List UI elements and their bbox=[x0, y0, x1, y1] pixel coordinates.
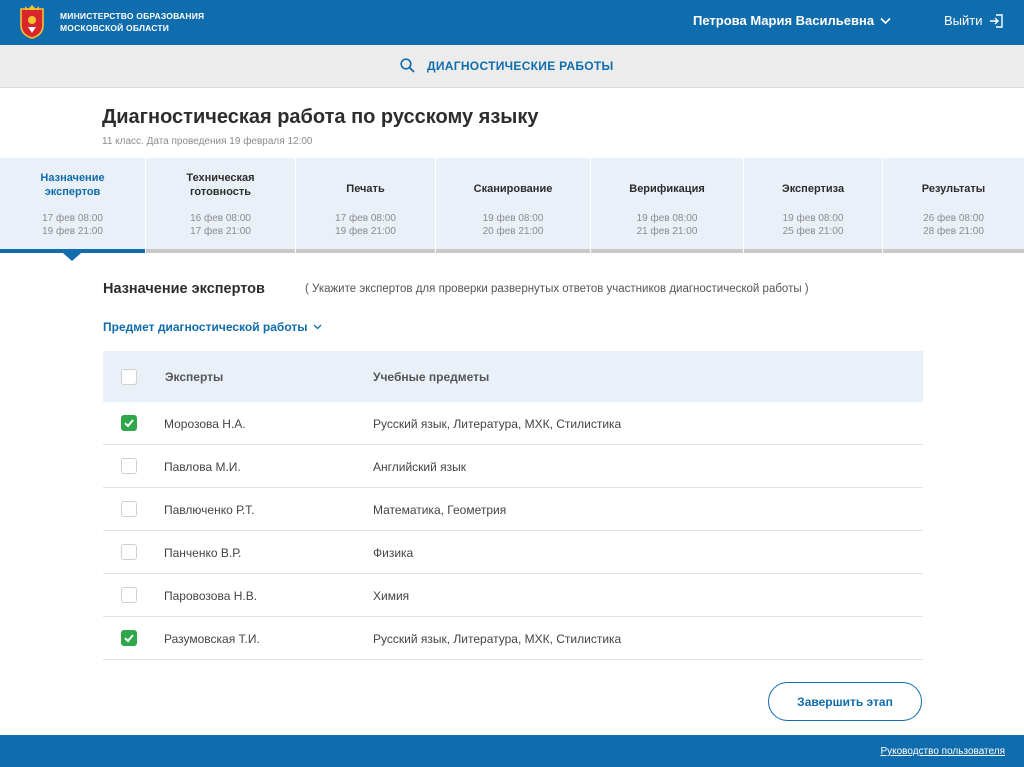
checkmark-icon bbox=[124, 419, 134, 428]
stage-end-date: 25 фев 21:00 bbox=[782, 226, 844, 237]
stage-progress-bar bbox=[883, 249, 1024, 253]
stage-start-date: 19 фев 08:00 bbox=[782, 213, 844, 224]
stage-name-line1: Назначение bbox=[40, 172, 105, 184]
stage-expert-assignment[interactable]: Назначение экспертов 17 фев 08:00 19 фев… bbox=[0, 158, 146, 253]
table-header: Эксперты Учебные предметы bbox=[103, 351, 923, 402]
stage-start-date: 19 фев 08:00 bbox=[636, 213, 698, 224]
stage-name-line2: экспертов bbox=[44, 186, 101, 198]
row-checkbox[interactable] bbox=[121, 501, 137, 517]
table-row: Павлова М.И. Английский язык bbox=[103, 445, 923, 488]
search-icon bbox=[400, 58, 415, 73]
stage-verification[interactable]: Верификация 19 фев 08:00 21 фев 21:00 bbox=[591, 158, 744, 253]
active-stage-pointer bbox=[63, 253, 81, 261]
section-title: Назначение экспертов bbox=[103, 281, 265, 297]
stage-start-date: 17 фев 08:00 bbox=[42, 213, 103, 224]
logout-icon bbox=[989, 13, 1003, 28]
footer: Руководство пользователя bbox=[0, 735, 1024, 767]
finish-stage-button[interactable]: Завершить этап bbox=[768, 682, 922, 721]
table-row: Павлюченко Р.Т. Математика, Геометрия bbox=[103, 488, 923, 531]
stage-progress-bar bbox=[146, 249, 295, 253]
table-row: Разумовская Т.И. Русский язык, Литератур… bbox=[103, 617, 923, 660]
stage-start-date: 17 фев 08:00 bbox=[335, 213, 396, 224]
expert-name: Разумовская Т.И. bbox=[164, 632, 260, 646]
stage-end-date: 20 фев 21:00 bbox=[482, 226, 544, 237]
stage-end-date: 19 фев 21:00 bbox=[42, 226, 103, 237]
table-row: Панченко В.Р. Физика bbox=[103, 531, 923, 574]
stage-name-line1: Техническая bbox=[186, 172, 255, 184]
user-manual-link[interactable]: Руководство пользователя bbox=[880, 746, 1005, 757]
stage-printing[interactable]: Печать 17 фев 08:00 19 фев 21:00 bbox=[296, 158, 436, 253]
page-title: Диагностическая работа по русскому языку bbox=[102, 106, 539, 128]
stage-name: Результаты bbox=[921, 183, 986, 195]
expert-name: Павлова М.И. bbox=[164, 460, 241, 474]
expert-subjects: Русский язык, Литература, МХК, Стилистик… bbox=[373, 417, 622, 431]
stage-end-date: 19 фев 21:00 bbox=[335, 226, 396, 237]
logout-button[interactable]: Выйти bbox=[944, 13, 1003, 28]
stage-results[interactable]: Результаты 26 фев 08:00 28 фев 21:00 bbox=[883, 158, 1024, 253]
stage-start-date: 16 фев 08:00 bbox=[190, 213, 251, 224]
expert-subjects: Физика bbox=[373, 546, 414, 560]
expert-name: Павлюченко Р.Т. bbox=[164, 503, 255, 517]
stage-progress-bar bbox=[591, 249, 743, 253]
stage-name: Экспертиза bbox=[781, 183, 845, 195]
expert-name: Паровозова Н.В. bbox=[164, 589, 258, 603]
subject-dropdown[interactable]: Предмет диагностической работы bbox=[103, 320, 322, 334]
expert-subjects: Математика, Геометрия bbox=[373, 503, 507, 517]
row-checkbox[interactable] bbox=[121, 544, 137, 560]
org-name: МИНИСТЕРСТВО ОБРАЗОВАНИЯ МОСКОВСКОЙ ОБЛА… bbox=[60, 10, 204, 34]
row-checkbox[interactable] bbox=[121, 630, 137, 646]
column-header-experts: Эксперты bbox=[165, 370, 224, 384]
search-label: ДИАГНОСТИЧЕСКИЕ РАБОТЫ bbox=[427, 58, 614, 73]
stage-name: Сканирование bbox=[473, 183, 553, 195]
stage-progress-bar bbox=[744, 249, 882, 253]
row-checkbox[interactable] bbox=[121, 458, 137, 474]
expert-name: Морозова Н.А. bbox=[164, 417, 246, 431]
stage-name: Печать bbox=[346, 183, 385, 195]
chevron-down-icon bbox=[314, 324, 322, 330]
diagnostic-works-search[interactable]: ДИАГНОСТИЧЕСКИЕ РАБОТЫ bbox=[400, 58, 614, 73]
stage-end-date: 21 фев 21:00 bbox=[636, 226, 698, 237]
stage-end-date: 17 фев 21:00 bbox=[190, 226, 251, 237]
top-header: МИНИСТЕРСТВО ОБРАЗОВАНИЯ МОСКОВСКОЙ ОБЛА… bbox=[0, 0, 1024, 45]
row-checkbox[interactable] bbox=[121, 415, 137, 431]
column-header-subjects: Учебные предметы bbox=[373, 370, 490, 384]
table-row: Паровозова Н.В. Химия bbox=[103, 574, 923, 617]
stage-end-date: 28 фев 21:00 bbox=[923, 226, 984, 237]
select-all-checkbox[interactable] bbox=[121, 369, 137, 385]
user-menu[interactable]: Петрова Мария Васильевна bbox=[693, 13, 891, 28]
org-name-line1: МИНИСТЕРСТВО ОБРАЗОВАНИЯ bbox=[60, 11, 205, 21]
table-row: Морозова Н.А. Русский язык, Литература, … bbox=[103, 402, 923, 445]
org-name-line2: МОСКОВСКОЙ ОБЛАСТИ bbox=[60, 23, 170, 33]
row-checkbox[interactable] bbox=[121, 587, 137, 603]
section-hint: ( Укажите экспертов для проверки разверн… bbox=[305, 283, 809, 295]
logout-label: Выйти bbox=[944, 13, 983, 28]
stage-technical-readiness[interactable]: Техническая готовность 16 фев 08:00 17 ф… bbox=[146, 158, 296, 253]
search-bar: ДИАГНОСТИЧЕСКИЕ РАБОТЫ bbox=[0, 45, 1024, 88]
stage-progress-bar bbox=[296, 249, 435, 253]
stage-stepper: Назначение экспертов 17 фев 08:00 19 фев… bbox=[0, 158, 1024, 253]
expert-subjects: Русский язык, Литература, МХК, Стилистик… bbox=[373, 632, 622, 646]
stage-start-date: 19 фев 08:00 bbox=[482, 213, 544, 224]
stage-expertise[interactable]: Экспертиза 19 фев 08:00 25 фев 21:00 bbox=[744, 158, 883, 253]
chevron-down-icon bbox=[880, 17, 891, 24]
experts-table: Эксперты Учебные предметы Морозова Н.А. … bbox=[103, 351, 923, 660]
stage-scanning[interactable]: Сканирование 19 фев 08:00 20 фев 21:00 bbox=[436, 158, 591, 253]
stage-name-line2: готовность bbox=[189, 186, 252, 198]
user-name: Петрова Мария Васильевна bbox=[693, 13, 875, 28]
stage-progress-bar bbox=[436, 249, 590, 253]
checkmark-icon bbox=[124, 634, 134, 643]
expert-name: Панченко В.Р. bbox=[164, 546, 242, 560]
coat-of-arms-icon bbox=[20, 5, 44, 39]
expert-subjects: Английский язык bbox=[373, 460, 467, 474]
page-subtitle: 11 класс. Дата проведения 19 февраля 12:… bbox=[102, 136, 313, 147]
subject-dropdown-label: Предмет диагностической работы bbox=[103, 320, 308, 334]
stage-name: Верификация bbox=[629, 183, 705, 195]
expert-subjects: Химия bbox=[373, 589, 410, 603]
stage-start-date: 26 фев 08:00 bbox=[923, 213, 984, 224]
